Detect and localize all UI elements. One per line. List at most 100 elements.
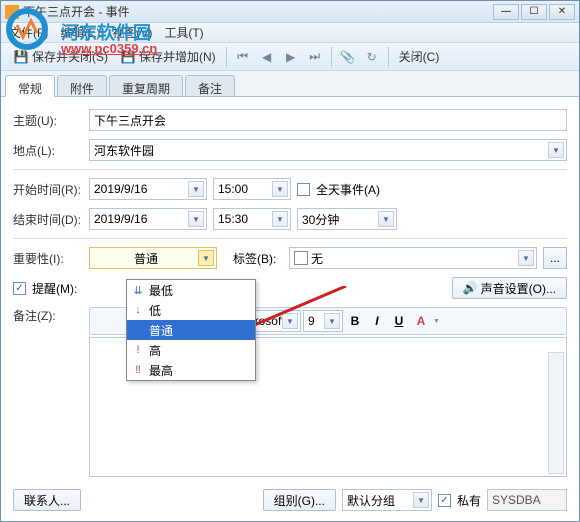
- tag-value: 无: [311, 250, 323, 267]
- maximize-button[interactable]: ☐: [521, 4, 547, 20]
- end-date-dropdown[interactable]: 2019/9/16 ▼: [89, 208, 207, 230]
- allday-label: 全天事件(A): [316, 181, 380, 198]
- fontsize-value: 9: [308, 314, 315, 328]
- location-value: 河东软件园: [94, 142, 154, 159]
- tag-more-button[interactable]: ...: [543, 247, 567, 269]
- remind-label: 提醒(M):: [32, 280, 77, 297]
- attach-button[interactable]: 📎: [338, 47, 358, 67]
- nav-last-button[interactable]: ⏭: [305, 47, 325, 67]
- private-checkbox[interactable]: [438, 494, 451, 507]
- sound-btn-label: 声音设置(O)...: [481, 280, 556, 297]
- priority-normal-icon: [131, 323, 145, 337]
- chevron-down-icon: ▼: [413, 492, 429, 508]
- divider: [13, 169, 567, 170]
- subject-label: 主题(U):: [13, 112, 83, 129]
- end-time-dropdown[interactable]: 15:30 ▼: [213, 208, 291, 230]
- group-dropdown[interactable]: 默认分组 ▼: [342, 489, 432, 511]
- nav-first-button[interactable]: ⏮: [233, 47, 253, 67]
- tab-general[interactable]: 常规: [5, 75, 55, 97]
- chevron-down-icon: ▼: [188, 211, 204, 227]
- user-field: [487, 489, 567, 511]
- save-add-button[interactable]: 💾 保存并增加(N): [116, 46, 220, 67]
- chevron-down-icon: ▼: [188, 181, 204, 197]
- private-label: 私有: [457, 492, 481, 509]
- footer: 联系人... 组别(G)... 默认分组 ▼ 私有: [13, 489, 567, 511]
- memo-label: 备注(Z):: [13, 307, 83, 324]
- separator: [226, 47, 227, 67]
- separator: [331, 47, 332, 67]
- start-label: 开始时间(R):: [13, 181, 83, 198]
- tag-color-square: [294, 251, 308, 265]
- importance-dropdown[interactable]: 普通 ▼: [89, 247, 217, 269]
- priority-option-lowest[interactable]: ⇊ 最低: [127, 280, 255, 300]
- location-dropdown[interactable]: 河东软件园 ▼: [89, 139, 567, 161]
- minimize-button[interactable]: —: [493, 4, 519, 20]
- group-button[interactable]: 组别(G)...: [263, 489, 336, 511]
- priority-option-low[interactable]: ↓ 低: [127, 300, 255, 320]
- chevron-down-icon: ▼: [282, 313, 298, 329]
- content-panel: 主题(U): 地点(L): 河东软件园 ▼ 开始时间(R): 2019/9/16…: [1, 97, 579, 497]
- app-icon: [5, 5, 19, 19]
- priority-option-normal[interactable]: 普通: [127, 320, 255, 340]
- fontsize-dropdown[interactable]: 9 ▼: [303, 310, 343, 332]
- start-time-value: 15:00: [218, 182, 248, 196]
- location-label: 地点(L):: [13, 142, 83, 159]
- window-title: 下午三点开会 - 事件: [23, 3, 493, 20]
- menu-edit[interactable]: 编辑(E): [60, 24, 100, 41]
- save-add-label: 保存并增加(N): [139, 48, 216, 65]
- separator: [388, 47, 389, 67]
- contacts-button[interactable]: 联系人...: [13, 489, 81, 511]
- chevron-down-icon: ▼: [548, 142, 564, 158]
- end-date-value: 2019/9/16: [94, 212, 147, 226]
- save-close-label: 保存并关闭(S): [32, 48, 108, 65]
- end-time-value: 15:30: [218, 212, 248, 226]
- start-date-value: 2019/9/16: [94, 182, 147, 196]
- tab-recur[interactable]: 重复周期: [109, 75, 183, 96]
- bold-button[interactable]: B: [345, 312, 365, 330]
- menu-file[interactable]: 文件(F): [9, 24, 48, 41]
- speaker-icon: 🔊: [463, 281, 478, 295]
- priority-high-icon: !: [131, 343, 145, 357]
- allday-checkbox[interactable]: [297, 183, 310, 196]
- remind-checkbox[interactable]: [13, 282, 26, 295]
- tab-attach[interactable]: 附件: [57, 75, 107, 96]
- font-color-button[interactable]: A: [411, 312, 431, 330]
- importance-value: 普通: [94, 250, 198, 267]
- save-close-button[interactable]: 💾 保存并关闭(S): [9, 46, 112, 67]
- chevron-down-icon: ▼: [272, 181, 288, 197]
- priority-lowest-icon: ⇊: [131, 283, 145, 297]
- sound-settings-button[interactable]: 🔊 声音设置(O)...: [452, 277, 567, 299]
- chevron-down-icon: ▼: [378, 211, 394, 227]
- nav-prev-button[interactable]: ◀: [257, 47, 277, 67]
- duration-dropdown[interactable]: 30分钟 ▼: [297, 208, 397, 230]
- window-controls: — ☐ ✕: [493, 4, 575, 20]
- close-action-button[interactable]: 关闭(C): [395, 46, 444, 67]
- recur-button[interactable]: ↻: [362, 47, 382, 67]
- menubar: 文件(F) 编辑(E) 视图(V) 工具(T): [1, 23, 579, 43]
- toolbar: 💾 保存并关闭(S) 💾 保存并增加(N) ⏮ ◀ ▶ ⏭ 📎 ↻ 关闭(C): [1, 43, 579, 71]
- save-icon: 💾: [13, 49, 29, 65]
- start-time-dropdown[interactable]: 15:00 ▼: [213, 178, 291, 200]
- event-window: 下午三点开会 - 事件 — ☐ ✕ 河东软件园 www.pc0359.cn 文件…: [0, 0, 580, 522]
- priority-option-highest[interactable]: ‼ 最高: [127, 360, 255, 380]
- group-value: 默认分组: [347, 492, 395, 509]
- close-label: 关闭(C): [399, 48, 440, 65]
- chevron-down-icon[interactable]: ▼: [433, 318, 440, 325]
- option-label: 低: [149, 302, 161, 319]
- menu-view[interactable]: 视图(V): [112, 24, 152, 41]
- subject-input[interactable]: [89, 109, 567, 131]
- nav-next-button[interactable]: ▶: [281, 47, 301, 67]
- underline-button[interactable]: U: [389, 312, 409, 330]
- tabbar: 常规 附件 重复周期 备注: [1, 71, 579, 97]
- tab-notes[interactable]: 备注: [185, 75, 235, 96]
- menu-tools[interactable]: 工具(T): [164, 24, 203, 41]
- option-label: 高: [149, 342, 161, 359]
- start-date-dropdown[interactable]: 2019/9/16 ▼: [89, 178, 207, 200]
- tag-dropdown[interactable]: 无 ▼: [289, 247, 537, 269]
- importance-dropdown-list: ⇊ 最低 ↓ 低 普通 ! 高 ‼ 最高: [126, 279, 256, 381]
- italic-button[interactable]: I: [367, 312, 387, 330]
- tag-label: 标签(B):: [233, 250, 283, 267]
- close-button[interactable]: ✕: [549, 4, 575, 20]
- priority-option-high[interactable]: ! 高: [127, 340, 255, 360]
- option-label: 普通: [149, 322, 173, 339]
